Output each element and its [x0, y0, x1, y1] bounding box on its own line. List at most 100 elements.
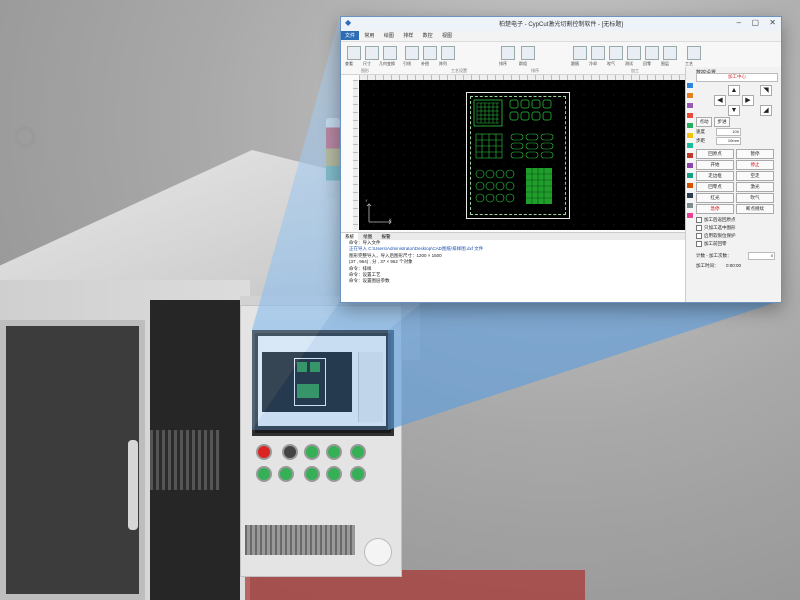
return-origin-checkbox[interactable]: 加工后返回原点: [696, 217, 736, 223]
maximize-button[interactable]: ▢: [751, 18, 759, 27]
layer-swatch[interactable]: [687, 113, 693, 118]
return-zero-button[interactable]: 回零点: [696, 182, 734, 192]
panel-green-button[interactable]: [326, 466, 342, 482]
drawing-canvas[interactable]: X Y: [359, 80, 685, 230]
layer-swatch[interactable]: [687, 163, 693, 168]
layer-swatch[interactable]: [687, 213, 693, 218]
ribbon-label: 补偿: [421, 61, 429, 66]
jog-z-up-button[interactable]: ◥: [760, 85, 772, 96]
resume-button[interactable]: 断点继续: [736, 204, 774, 214]
log-line: 命令：设置图层参数: [349, 278, 390, 284]
ribbon-layer-button[interactable]: [663, 46, 677, 60]
minimize-button[interactable]: –: [737, 18, 741, 27]
count-label: 计数 - 加工次数：: [696, 253, 732, 258]
step-input[interactable]: 10mm: [716, 137, 741, 145]
machine-dropdown[interactable]: 加工中心: [696, 73, 778, 82]
pause-button[interactable]: 暂停: [736, 149, 774, 159]
ribbon-process-button[interactable]: [687, 46, 701, 60]
panel-button-area: [252, 440, 388, 490]
ribbon-group-button[interactable]: [521, 46, 535, 60]
ribbon-cooling-button[interactable]: [591, 46, 605, 60]
panel-monitor-screen: [258, 336, 386, 426]
time-label: 加工时间：: [696, 263, 719, 268]
ribbon-sort-button[interactable]: [501, 46, 515, 60]
return-origin-button[interactable]: 回原点: [696, 149, 734, 159]
mouse: [364, 538, 392, 566]
panel-green-button[interactable]: [304, 466, 320, 482]
jog-mode-button[interactable]: 点动: [696, 117, 712, 127]
layer-swatch[interactable]: [687, 143, 693, 148]
laser-button[interactable]: 激光: [736, 182, 774, 192]
panel-green-button[interactable]: [256, 466, 272, 482]
jog-up-button[interactable]: ▲: [728, 85, 740, 96]
layer-swatch[interactable]: [687, 183, 693, 188]
layer-swatch[interactable]: [687, 203, 693, 208]
soft-limit-checkbox[interactable]: 启用软限位保护: [696, 233, 736, 239]
origin-axes-icon: [366, 203, 392, 225]
layer-swatch[interactable]: [687, 173, 693, 178]
ribbon-follow-button[interactable]: [573, 46, 587, 60]
nested-parts[interactable]: [466, 92, 568, 217]
layer-swatch[interactable]: [687, 193, 693, 198]
layer-swatch[interactable]: [687, 83, 693, 88]
layer-swatch[interactable]: [687, 153, 693, 158]
machine-door-window: [0, 320, 145, 600]
menu-common[interactable]: 常用: [360, 31, 378, 40]
ribbon-home-button[interactable]: [645, 46, 659, 60]
panel-green-button[interactable]: [350, 444, 366, 460]
menu-bar: 文件 常用 绘图 排样 数控 视图: [341, 31, 781, 42]
layer-swatch[interactable]: [687, 133, 693, 138]
ribbon-view-button[interactable]: [347, 46, 361, 60]
dry-run-button[interactable]: 空走: [736, 171, 774, 181]
ribbon-test-button[interactable]: [627, 46, 641, 60]
panel-green-button[interactable]: [350, 466, 366, 482]
ribbon-size-button[interactable]: [365, 46, 379, 60]
keyboard-tray: [245, 525, 355, 555]
emergency-stop-button[interactable]: [256, 444, 272, 460]
speed-input[interactable]: 100: [716, 128, 741, 136]
stop-button[interactable]: 停止: [736, 160, 774, 170]
jog-z-down-button[interactable]: ◢: [760, 105, 772, 116]
panel-green-button[interactable]: [278, 466, 294, 482]
ribbon-label: 图层: [661, 61, 669, 66]
ribbon-label: 几何变换: [379, 61, 395, 66]
menu-view[interactable]: 视图: [438, 31, 456, 40]
title-bar: ◆ 柏楚电子 - CypCut激光切割控制软件 - [无标题] – ▢ ✕: [341, 17, 781, 32]
layer-swatch[interactable]: [687, 123, 693, 128]
frame-button[interactable]: 走边框: [696, 171, 734, 181]
ribbon-transform-button[interactable]: [383, 46, 397, 60]
ribbon-label: 跟随: [571, 61, 579, 66]
red-light-button[interactable]: 红光: [696, 193, 734, 203]
panel-monitor: [252, 330, 394, 436]
ribbon-lead-button[interactable]: [405, 46, 419, 60]
panel-green-button[interactable]: [326, 444, 342, 460]
key-switch[interactable]: [282, 444, 298, 460]
emergency-stop-soft-button[interactable]: 急停: [696, 204, 734, 214]
layer-swatch[interactable]: [687, 93, 693, 98]
menu-nesting[interactable]: 排样: [399, 31, 417, 40]
ribbon-kerf-button[interactable]: [423, 46, 437, 60]
ribbon-air-button[interactable]: [609, 46, 623, 60]
jog-right-button[interactable]: ▶: [742, 95, 754, 106]
count-value[interactable]: 0: [748, 252, 775, 260]
step-mode-button[interactable]: 步进: [714, 117, 730, 127]
ribbon-array-button[interactable]: [441, 46, 455, 60]
blow-button[interactable]: 吹气: [736, 193, 774, 203]
message-log: 命令：导入文件 正在导入 C:\Users\Administrator\Desk…: [341, 240, 685, 302]
start-button[interactable]: 开始: [696, 160, 734, 170]
ribbon-label: 冷却: [589, 61, 597, 66]
menu-draw[interactable]: 绘图: [380, 31, 398, 40]
lifting-eye-bolt: [14, 126, 36, 148]
cnc-side-panel: 数控设置 加工中心 ▲ ◀ ▶ ▼ ◥ ◢ 点动 步进 速度 100 步距 10…: [685, 67, 781, 302]
menu-cnc[interactable]: 数控: [419, 31, 437, 40]
close-button[interactable]: ✕: [769, 18, 776, 27]
home-first-checkbox[interactable]: 加工前回零: [696, 241, 727, 247]
mini-part: [297, 384, 319, 398]
panel-green-button[interactable]: [304, 444, 320, 460]
jog-down-button[interactable]: ▼: [728, 105, 740, 116]
selected-only-checkbox[interactable]: 只加工选中图形: [696, 225, 736, 231]
ribbon-label: 吹气: [607, 61, 615, 66]
layer-swatch[interactable]: [687, 103, 693, 108]
jog-left-button[interactable]: ◀: [714, 95, 726, 106]
menu-file[interactable]: 文件: [341, 31, 360, 40]
